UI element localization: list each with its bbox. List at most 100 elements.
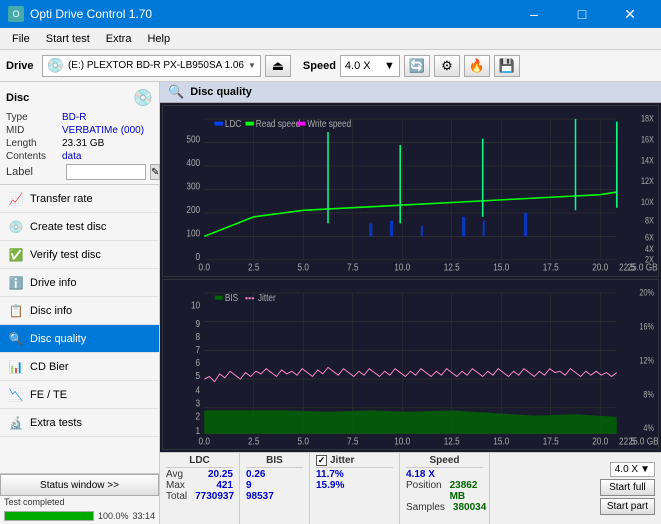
sidebar-item-disc-quality[interactable]: 🔍 Disc quality [0,325,159,353]
charts-container: 0 100 200 300 400 500 0.0 2.5 5.0 7.5 10… [160,103,661,452]
jitter-avg-row: 11.7% [316,469,393,480]
sidebar-item-drive-info[interactable]: ℹ️ Drive info [0,269,159,297]
menu-extra[interactable]: Extra [98,31,140,47]
sidebar-label-extra-tests: Extra tests [30,417,82,429]
svg-text:4: 4 [196,383,201,395]
svg-text:10.0: 10.0 [394,434,410,446]
disc-panel: Disc 💿 Type BD-R MID VERBATIMe (000) Len… [0,82,159,185]
status-window-button[interactable]: Status window >> [0,474,159,496]
svg-text:2.5: 2.5 [248,434,259,446]
speed-combo-selector[interactable]: 4.0 X ▼ [610,462,655,477]
svg-text:400: 400 [186,156,200,168]
disc-label-label: Label [6,166,62,178]
ldc-header: LDC [166,455,233,468]
app-icon: O [8,6,24,22]
progress-row: 100.0% 33:14 [0,508,159,524]
drive-selector[interactable]: 💿 (E:) PLEXTOR BD-R PX-LB950SA 1.06 ▼ [42,55,261,77]
sidebar-item-create-test-disc[interactable]: 💿 Create test disc [0,213,159,241]
svg-text:12%: 12% [639,355,654,365]
app-title: Opti Drive Control 1.70 [30,7,152,21]
bis-avg-row: 0.26 [246,469,303,480]
sidebar-item-disc-info[interactable]: 📋 Disc info [0,297,159,325]
svg-text:10.0: 10.0 [394,260,410,272]
svg-text:2.5: 2.5 [248,260,259,272]
max-label: Max [166,480,185,491]
disc-title: Disc [6,92,29,104]
disc-length-value: 23.31 GB [62,138,153,149]
stats-jitter: ✓ Jitter 11.7% 15.9% [310,453,400,524]
fe-te-icon: 📉 [8,387,24,403]
disc-label-edit-button[interactable]: ✎ [150,164,160,180]
disc-quality-icon: 🔍 [8,331,24,347]
window-controls: – □ ✕ [511,0,653,28]
disc-label-row: Label ✎ [6,164,153,180]
sidebar-item-verify-test-disc[interactable]: ✅ Verify test disc [0,241,159,269]
svg-text:5.0: 5.0 [298,260,309,272]
menu-file[interactable]: File [4,31,38,47]
close-button[interactable]: ✕ [607,0,653,28]
svg-text:4X: 4X [645,244,654,254]
svg-text:12.5: 12.5 [444,260,460,272]
disc-label-input[interactable] [66,164,146,180]
chart1-svg: 0 100 200 300 400 500 0.0 2.5 5.0 7.5 10… [163,106,658,276]
sidebar-status-bar: Status window >> Test completed 100.0% 3… [0,473,159,524]
disc-contents-value: data [62,151,153,162]
jitter-max-row: 15.9% [316,480,393,491]
menu-start-test[interactable]: Start test [38,31,98,47]
svg-text:200: 200 [186,203,200,215]
svg-text:15.0: 15.0 [493,260,509,272]
svg-text:20.0: 20.0 [592,434,608,446]
disc-contents-row: Contents data [6,151,153,162]
sidebar-item-extra-tests[interactable]: 🔬 Extra tests [0,409,159,437]
start-part-button[interactable]: Start part [600,498,655,515]
verify-test-disc-icon: ✅ [8,247,24,263]
save-button[interactable]: 💾 [494,55,520,77]
title-bar-left: O Opti Drive Control 1.70 [8,6,152,22]
jitter-checkbox[interactable]: ✓ [316,455,327,466]
sidebar-label-create-test-disc: Create test disc [30,221,106,233]
sidebar-item-fe-te[interactable]: 📉 FE / TE [0,381,159,409]
minimize-button[interactable]: – [511,0,557,28]
speed-combo-value: 4.0 X [615,464,638,475]
status-text: Test completed [0,496,159,508]
svg-text:10X: 10X [641,197,654,207]
ldc-avg-val: 20.25 [208,469,233,480]
drive-info-icon: ℹ️ [8,275,24,291]
stats-ldc: LDC Avg 20.25 Max 421 Total 7730937 [160,453,240,524]
disc-length-label: Length [6,138,62,149]
speed-selector[interactable]: 4.0 X ▼ [340,55,400,77]
svg-text:12X: 12X [641,176,654,186]
bis-header: BIS [246,455,303,468]
position-row: Position 23862 MB [406,480,483,502]
burn-button[interactable]: 🔥 [464,55,490,77]
svg-text:8X: 8X [645,216,654,226]
eject-button[interactable]: ⏏ [265,55,291,77]
start-full-button[interactable]: Start full [600,479,655,496]
maximize-button[interactable]: □ [559,0,605,28]
svg-text:7.5: 7.5 [347,260,358,272]
sidebar-item-transfer-rate[interactable]: 📈 Transfer rate [0,185,159,213]
ldc-max-row: Max 421 [166,480,233,491]
position-label: Position [406,480,442,502]
disc-mid-value: VERBATIMe (000) [62,125,153,136]
chart-header-title: Disc quality [190,86,252,98]
menu-help[interactable]: Help [139,31,178,47]
ldc-max-val: 421 [216,480,233,491]
sidebar-item-cd-bier[interactable]: 📊 CD Bier [0,353,159,381]
svg-text:8: 8 [196,329,201,341]
drive-value: (E:) PLEXTOR BD-R PX-LB950SA 1.06 [68,60,244,71]
svg-text:5: 5 [196,369,201,381]
speed-avg-val: 4.18 X [406,469,435,480]
main-layout: Disc 💿 Type BD-R MID VERBATIMe (000) Len… [0,82,661,524]
settings-button[interactable]: ⚙ [434,55,460,77]
transfer-rate-icon: 📈 [8,191,24,207]
svg-text:BIS: BIS [225,290,238,302]
sidebar-label-disc-info: Disc info [30,305,72,317]
drive-label: Drive [6,60,34,72]
avg-label: Avg [166,469,183,480]
refresh-button[interactable]: 🔄 [404,55,430,77]
disc-length-row: Length 23.31 GB [6,138,153,149]
svg-text:16X: 16X [641,135,654,145]
speed-header: Speed [406,455,483,468]
chart2-box: 1 2 3 4 5 6 7 8 9 10 0.0 2.5 5.0 7.5 10.… [162,279,659,451]
